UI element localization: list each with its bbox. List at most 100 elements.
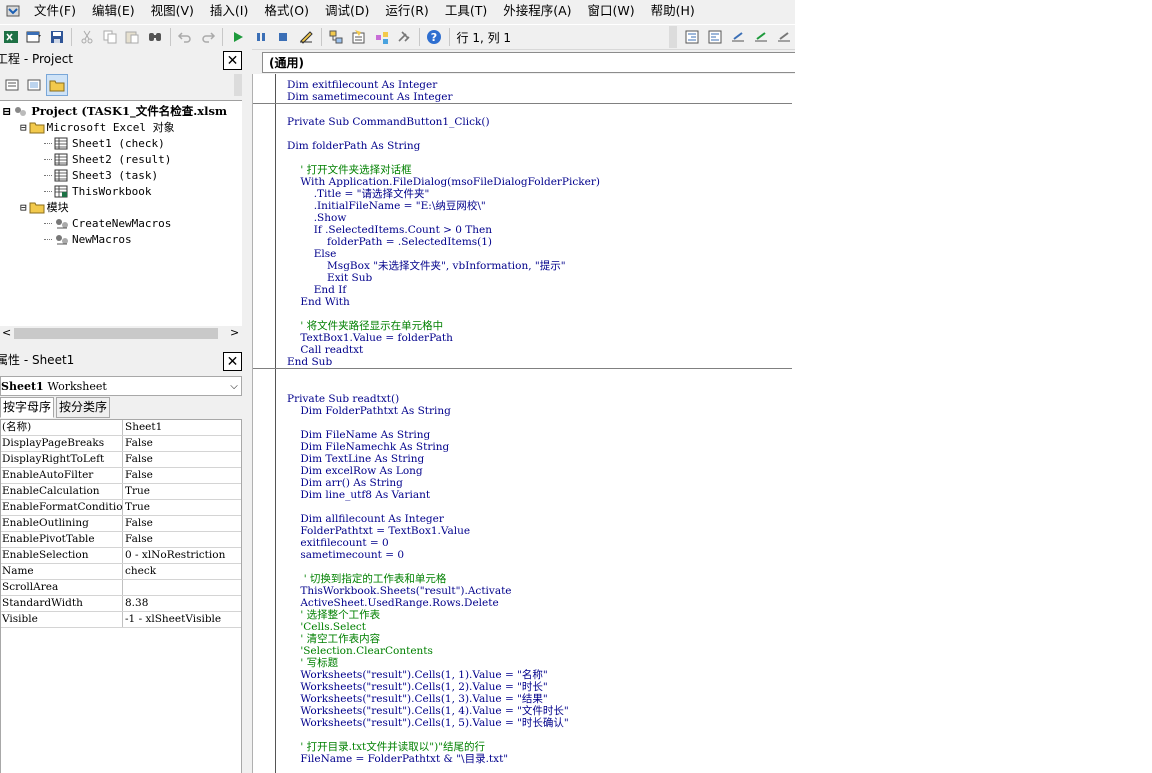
property-value[interactable]: False — [123, 516, 241, 531]
code-line[interactable] — [287, 369, 792, 381]
code-line[interactable]: MsgBox "未选择文件夹", vbInformation, "提示" — [287, 260, 792, 272]
project-tree-item[interactable]: CreateNewMacros — [44, 215, 171, 231]
code-line[interactable]: FolderPathtxt = TextBox1.Value — [287, 525, 792, 537]
property-value[interactable]: False — [123, 532, 241, 547]
code-line[interactable] — [287, 501, 792, 513]
code-line[interactable]: Dim TextLine As String — [287, 453, 792, 465]
run-icon[interactable] — [228, 27, 247, 47]
project-tree-item[interactable]: ⊟ Project (TASK1_文件名检查.xlsm — [2, 103, 227, 119]
code-line[interactable]: End Sub — [253, 356, 792, 369]
code-line[interactable]: Dim FolderPathtxt As String — [287, 405, 792, 417]
project-tree-hscroll[interactable]: < > — [0, 326, 242, 341]
property-value[interactable] — [123, 580, 241, 595]
code-line[interactable]: Dim exitfilecount As Integer — [287, 79, 792, 91]
menu-item[interactable]: 调试(D) — [317, 0, 377, 22]
scroll-left-icon[interactable]: < — [2, 326, 11, 339]
project-panel-close-button[interactable]: ✕ — [223, 51, 242, 70]
code-line[interactable] — [287, 729, 792, 741]
code-comment-line[interactable]: ' 打开文件夹选择对话框 — [287, 164, 792, 176]
menu-item[interactable]: 工具(T) — [437, 0, 495, 22]
toggle-folders-icon[interactable] — [46, 74, 68, 96]
property-row[interactable]: DisplayPageBreaks False — [1, 436, 241, 452]
insert-userform-icon[interactable] — [25, 27, 44, 47]
menu-item[interactable]: 帮助(H) — [643, 0, 703, 22]
outdent-icon[interactable] — [706, 27, 725, 47]
project-tree-item[interactable]: NewMacros — [44, 231, 132, 247]
code-line[interactable]: Dim folderPath As String — [287, 140, 792, 152]
code-comment-line[interactable]: ' 切换到指定的工作表和单元格 — [287, 573, 792, 585]
code-line[interactable]: folderPath = .SelectedItems(1) — [287, 236, 792, 248]
uncomment-block-icon[interactable] — [774, 27, 793, 47]
menu-item[interactable]: 编辑(E) — [84, 0, 143, 22]
code-line[interactable] — [287, 104, 792, 116]
code-comment-line[interactable]: ' 写标题 — [287, 657, 792, 669]
code-line[interactable]: sametimecount = 0 — [287, 549, 792, 561]
code-line[interactable]: exitfilecount = 0 — [287, 537, 792, 549]
project-tree-item[interactable]: ThisWorkbook — [44, 183, 151, 199]
reset-icon[interactable] — [274, 27, 293, 47]
comment-block-icon[interactable] — [751, 27, 770, 47]
code-line[interactable]: With Application.FileDialog(msoFileDialo… — [287, 176, 792, 188]
menu-item[interactable]: 格式(O) — [256, 0, 317, 22]
property-row[interactable]: EnableOutlining False — [1, 516, 241, 532]
code-line[interactable] — [287, 561, 792, 573]
view-excel-icon[interactable] — [2, 27, 21, 47]
code-line[interactable]: Private Sub CommandButton1_Click() — [287, 116, 792, 128]
code-comment-line[interactable]: ' 打开目录.txt文件并读取以")"结尾的行 — [287, 741, 792, 753]
properties-tab[interactable]: 按字母序 — [0, 397, 55, 418]
copy-icon[interactable] — [100, 27, 119, 47]
code-line[interactable] — [287, 128, 792, 140]
menu-item[interactable]: 窗口(W) — [580, 0, 643, 22]
help-icon[interactable]: ? — [425, 27, 444, 47]
toolbox-icon[interactable] — [395, 27, 414, 47]
code-margin-indicator-bar[interactable] — [253, 74, 276, 773]
redo-icon[interactable] — [199, 27, 218, 47]
code-line[interactable]: End With — [287, 296, 792, 308]
chevron-down-icon[interactable]: ⌵ — [227, 381, 241, 392]
property-row[interactable]: DisplayRightToLeft False — [1, 452, 241, 468]
project-tree-item[interactable]: ⊟ Microsoft Excel 对象 — [20, 119, 175, 135]
property-value[interactable]: True — [123, 500, 241, 515]
property-value[interactable]: 8.38 — [123, 596, 241, 611]
menu-item[interactable]: 运行(R) — [377, 0, 436, 22]
code-comment-line[interactable]: ' 选择整个工作表 — [287, 609, 792, 621]
code-comment-line[interactable]: ' 将文件夹路径显示在单元格中 — [287, 320, 792, 332]
code-line[interactable] — [287, 381, 792, 393]
property-row[interactable]: StandardWidth 8.38 — [1, 596, 241, 612]
code-line[interactable]: Worksheets("result").Cells(1, 4).Value =… — [287, 705, 792, 717]
code-line[interactable]: .Title = "请选择文件夹" — [287, 188, 792, 200]
code-line[interactable]: Dim FileName As String — [287, 429, 792, 441]
project-explorer-icon[interactable] — [327, 27, 346, 47]
code-line[interactable]: Dim allfilecount As Integer — [287, 513, 792, 525]
undo-icon[interactable] — [176, 27, 195, 47]
object-browser-icon[interactable] — [372, 27, 391, 47]
code-comment-line[interactable]: ' 清空工作表内容 — [287, 633, 792, 645]
toolbar-overflow-handle[interactable] — [669, 26, 677, 48]
code-line[interactable]: Dim FileNamechk As String — [287, 441, 792, 453]
code-line[interactable]: Dim arr() As String — [287, 477, 792, 489]
scroll-thumb[interactable] — [14, 328, 218, 339]
menu-item[interactable]: 视图(V) — [143, 0, 202, 22]
code-line[interactable]: Call readtxt — [287, 344, 792, 356]
code-line[interactable]: TextBox1.Value = folderPath — [287, 332, 792, 344]
code-object-select[interactable]: (通用) — [262, 52, 795, 73]
property-row[interactable]: EnableSelection 0 - xlNoRestriction — [1, 548, 241, 564]
property-value[interactable]: Sheet1 — [123, 420, 241, 435]
scroll-right-icon[interactable]: > — [230, 326, 239, 339]
property-value[interactable]: 0 - xlNoRestriction — [123, 548, 241, 563]
code-line[interactable]: End If — [287, 284, 792, 296]
project-tree-item[interactable]: ⊟ 模块 — [20, 199, 69, 215]
code-line[interactable]: ThisWorkbook.Sheets("result").Activate — [287, 585, 792, 597]
break-icon[interactable] — [251, 27, 270, 47]
property-value[interactable]: False — [123, 468, 241, 483]
property-value[interactable]: False — [123, 436, 241, 451]
paste-icon[interactable] — [123, 27, 142, 47]
properties-tab[interactable]: 按分类序 — [56, 397, 111, 418]
code-line[interactable] — [287, 152, 792, 164]
code-line[interactable]: Worksheets("result").Cells(1, 3).Value =… — [287, 693, 792, 705]
code-line[interactable]: Dim excelRow As Long — [287, 465, 792, 477]
save-icon[interactable] — [48, 27, 67, 47]
property-row[interactable]: EnablePivotTable False — [1, 532, 241, 548]
property-row[interactable]: EnableAutoFilter False — [1, 468, 241, 484]
property-row[interactable]: (名称) Sheet1 — [1, 420, 241, 436]
